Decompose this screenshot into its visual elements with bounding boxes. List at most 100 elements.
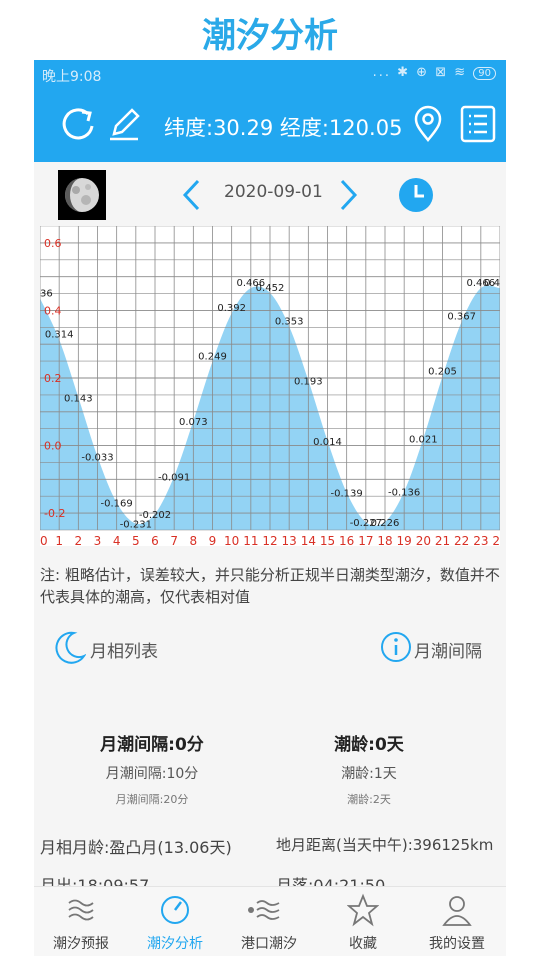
star-icon [347,893,379,927]
interval-selected[interactable]: 月潮间隔:0分 [42,730,262,755]
y-tick-label: 0.0 [44,440,62,453]
status-bar: 晚上9:08 ... ✱ ⊕ ⊠ ≋ 90 [34,60,506,90]
nav-label: 港口潮汐 [241,936,297,952]
data-label: 0.021 [409,434,438,445]
x-tick-label: 17 [358,534,373,546]
x-tick-label: 19 [397,534,412,546]
date-bar: 2020-09-01 [34,162,506,224]
disclaimer-note: 注: 粗略估计，误差较大，并只能分析正规半日潮类型潮汐，数值并不代表具体的潮高，… [40,566,500,606]
waves-icon [68,899,94,921]
tide-chart: 0.6 0.4 0.2 0.0 -0.2 0 1 2 3 4 5 6 7 8 9 10 11 12 13 14 15 16… [39,225,501,548]
moon-phase-list-label: 月相列表 [90,642,158,662]
user-icon [442,896,472,926]
y-tick-label: 0.4 [44,304,62,317]
data-label: 0.392 [217,303,246,314]
coordinates-label: 纬度:30.29 经度:120.05 [164,116,403,140]
battery-icon: 90 [473,67,496,80]
x-tick-label: 11 [243,534,258,546]
nav-tide-analysis[interactable]: 潮汐分析 [128,887,222,956]
x-tick-label: 20 [416,534,431,546]
data-label: 0.249 [198,351,227,362]
harbor-waves-icon [248,900,280,920]
moon-phase-age: 月相月龄:盈凸月(13.06天) [40,838,232,857]
y-tick-label: -0.2 [44,507,65,520]
data-label: 0.353 [275,316,304,327]
data-label: 0.314 [45,329,74,340]
tide-chart-svg: 0.60.40.20.0-0.20 1 2 3 4 5 6 7 8 9 10 11 12 13 14 15 16… [39,225,501,548]
x-tick-label: 4 [113,534,121,546]
list-icon[interactable] [458,104,498,144]
x-tick-label: 21 [435,534,450,546]
x-tick-label: 0 [40,534,48,546]
age-option[interactable]: 潮龄:2天 [259,791,479,807]
data-label: 0.205 [428,366,457,377]
x-tick-label: 8 [190,534,198,546]
x-tick-label: 15 [320,534,335,546]
data-label: 36 [40,288,53,299]
status-time: 晚上9:08 [42,69,102,85]
x-tick-label: 2 [492,534,500,546]
crescent-moon-icon [55,631,86,664]
age-selected[interactable]: 潮龄:0天 [259,730,479,755]
nav-favorites[interactable]: 收藏 [316,887,410,956]
data-label: 0.073 [179,417,208,428]
x-tick-label: 7 [170,534,178,546]
x-tick-label: 14 [301,534,316,546]
interval-option[interactable]: 月潮间隔:20分 [42,791,262,807]
data-label: -0.136 [388,487,420,498]
pencil-icon[interactable] [104,104,144,144]
nav-label: 潮汐预报 [53,936,109,952]
clock-icon[interactable] [398,177,434,213]
y-tick-label: 0.6 [44,237,62,250]
bottom-nav: 潮汐预报 潮汐分析 港口潮汐 收藏 我的设置 [34,886,506,956]
x-tick-label: 12 [262,534,277,546]
date-label[interactable]: 2020-09-01 [224,182,323,202]
x-tick-label: 13 [282,534,297,546]
x-tick-label: 6 [151,534,159,546]
data-label: -0.231 [120,520,152,531]
chevron-right-icon[interactable] [338,178,360,212]
x-tick-label: 16 [339,534,354,546]
phone-screen: 晚上9:08 ... ✱ ⊕ ⊠ ≋ 90 纬度:30.29 经度:120.05 [34,60,506,956]
data-label: 0.014 [313,437,342,448]
status-icons: ... ✱ ⊕ ⊠ ≋ 90 [373,65,496,80]
nav-harbor-tide[interactable]: 港口潮汐 [222,887,316,956]
data-label: 0.193 [294,376,323,387]
x-tick-label: 10 [224,534,239,546]
info-icon [381,632,411,662]
data-label: -0.091 [158,472,190,483]
data-label: 0.367 [447,312,476,323]
moon-tide-interval-label: 月潮间隔 [414,642,482,662]
status-icons-text: ... ✱ ⊕ ⊠ ≋ [372,65,468,80]
nav-label: 我的设置 [429,936,485,952]
chevron-left-icon[interactable] [180,178,202,212]
data-label: 0.4 [484,278,500,289]
nav-my-settings[interactable]: 我的设置 [410,887,504,956]
x-tick-label: 2 [75,534,83,546]
data-label: 0.226 [371,518,400,529]
data-label: 0.143 [64,393,93,404]
gauge-icon [161,896,189,924]
data-label: -0.139 [331,489,363,500]
data-label: 0.452 [256,283,285,294]
x-tick-label: 5 [132,534,140,546]
age-option[interactable]: 潮龄:1天 [259,763,479,783]
toolbar: 纬度:30.29 经度:120.05 [34,90,506,162]
x-tick-label: 23 [473,534,488,546]
tide-interval-picker[interactable]: 月潮间隔:0分 月潮间隔:10分 月潮间隔:20分 [42,730,262,807]
nav-label: 潮汐分析 [147,936,203,952]
page-title: 潮汐分析 [202,16,338,56]
x-tick-label: 1 [55,534,63,546]
x-tick-label: 3 [94,534,102,546]
x-tick-label: 18 [377,534,392,546]
data-label: -0.169 [101,499,133,510]
location-pin-icon[interactable] [408,104,448,144]
tide-age-picker[interactable]: 潮龄:0天 潮龄:1天 潮龄:2天 [259,730,479,807]
y-tick-label: 0.2 [44,372,62,385]
nav-tide-forecast[interactable]: 潮汐预报 [34,887,128,956]
nav-label: 收藏 [349,936,377,952]
refresh-icon[interactable] [58,104,98,144]
data-label: -0.033 [81,453,113,464]
interval-option[interactable]: 月潮间隔:10分 [42,763,262,783]
data-label: -0.202 [139,510,171,521]
